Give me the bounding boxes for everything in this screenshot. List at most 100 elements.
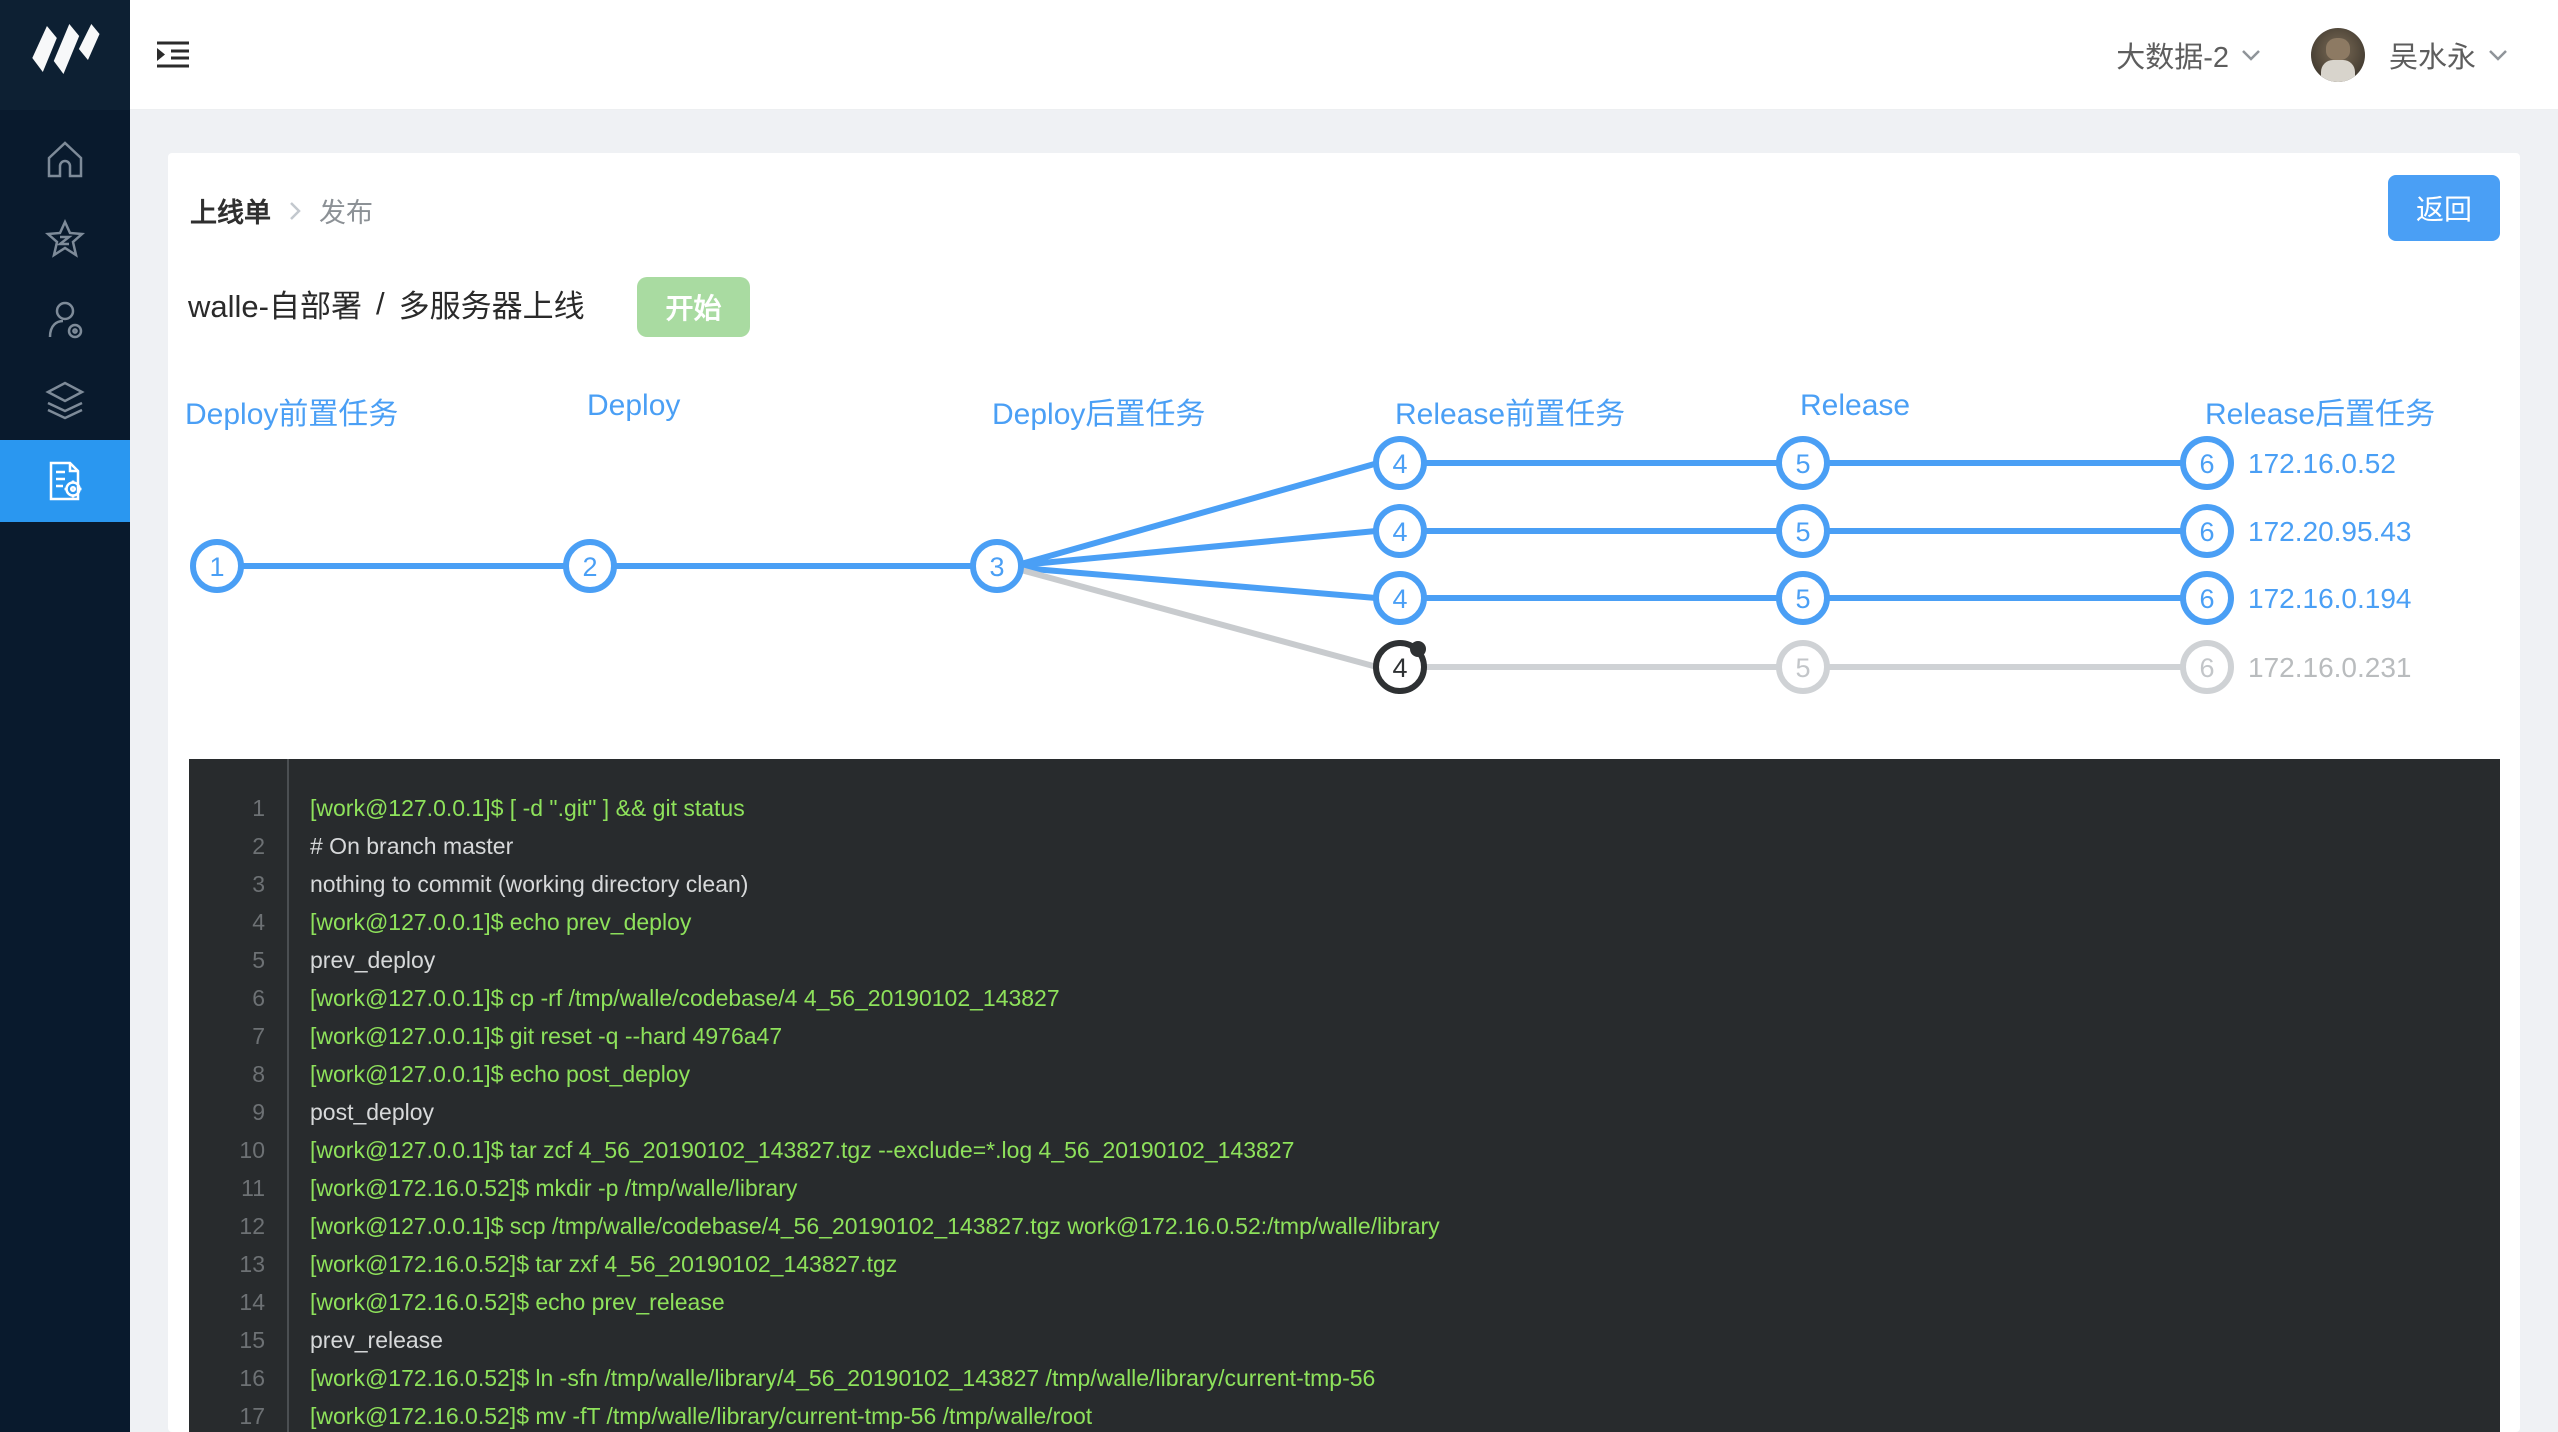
line-number: 3 xyxy=(252,870,265,897)
svg-text:5: 5 xyxy=(1795,653,1810,683)
line-text: post_deploy xyxy=(310,1098,435,1125)
line-number: 13 xyxy=(239,1250,265,1277)
line-number: 6 xyxy=(252,984,265,1011)
walle-logo[interactable] xyxy=(0,0,130,110)
console-line: 4 [work@127.0.0.1]$ echo prev_deploy xyxy=(189,903,2500,941)
page-title: walle-自部署 / 多服务器上线 xyxy=(188,281,585,326)
svg-text:3: 3 xyxy=(989,552,1004,582)
line-text: [work@127.0.0.1]$ [ -d ".git" ] && git s… xyxy=(310,794,745,821)
host-ip: 172.20.95.43 xyxy=(2248,516,2412,547)
svg-text:5: 5 xyxy=(1795,449,1810,479)
console-line: 1 [work@127.0.0.1]$ [ -d ".git" ] && git … xyxy=(189,789,2500,827)
chevron-right-icon xyxy=(290,201,301,220)
user-dropdown[interactable]: 吴水永 xyxy=(2379,34,2518,76)
chevron-down-icon xyxy=(2242,50,2260,61)
host-ip: 172.16.0.231 xyxy=(2248,652,2412,683)
console-line: 14 [work@172.16.0.52]$ echo prev_release xyxy=(189,1283,2500,1321)
host-ip: 172.16.0.52 xyxy=(2248,448,2396,479)
console-line: 7 [work@127.0.0.1]$ git reset -q --hard 4… xyxy=(189,1017,2500,1055)
line-number: 11 xyxy=(241,1174,265,1201)
line-text: [work@127.0.0.1]$ echo prev_deploy xyxy=(310,908,692,935)
line-number: 5 xyxy=(252,946,265,973)
line-text: [work@172.16.0.52]$ tar zxf 4_56_2019010… xyxy=(310,1250,898,1277)
console-line: 3 nothing to commit (working directory cl… xyxy=(189,865,2500,903)
line-text: prev_deploy xyxy=(310,946,436,973)
home-icon xyxy=(47,141,83,178)
top-navbar: 大数据-2 吴水永 xyxy=(0,0,2558,110)
svg-text:4: 4 xyxy=(1392,517,1407,547)
line-text: [work@172.16.0.52]$ mkdir -p /tmp/walle/… xyxy=(310,1174,798,1201)
svg-text:6: 6 xyxy=(2199,653,2214,683)
sidebar xyxy=(0,110,130,1432)
line-number: 7 xyxy=(252,1022,265,1049)
sidebar-item-user-settings[interactable] xyxy=(0,280,130,360)
console-line: 17 [work@172.16.0.52]$ mv -fT /tmp/walle/… xyxy=(189,1397,2500,1432)
sidebar-item-projects[interactable] xyxy=(0,360,130,440)
sidebar-item-deployments[interactable] xyxy=(0,440,130,522)
line-number: 4 xyxy=(252,908,265,935)
console-line: 11 [work@172.16.0.52]$ mkdir -p /tmp/wall… xyxy=(189,1169,2500,1207)
pipeline-node-1: 1 xyxy=(190,539,244,593)
line-text: [work@127.0.0.1]$ cp -rf /tmp/walle/code… xyxy=(310,984,1060,1011)
console-line: 9 post_deploy xyxy=(189,1093,2500,1131)
line-text: [work@127.0.0.1]$ git reset -q --hard 49… xyxy=(310,1022,783,1049)
line-number: 12 xyxy=(239,1212,265,1239)
line-number: 17 xyxy=(239,1402,265,1429)
line-number: 15 xyxy=(239,1326,265,1353)
running-indicator-dot xyxy=(1410,641,1426,657)
svg-text:4: 4 xyxy=(1392,584,1407,614)
workspace-dropdown[interactable]: 大数据-2 xyxy=(2106,34,2271,76)
menu-unfold-icon[interactable] xyxy=(152,33,194,77)
console-line: 13 [work@172.16.0.52]$ tar zxf 4_56_20190… xyxy=(189,1245,2500,1283)
deploy-doc-icon xyxy=(49,461,82,501)
svg-text:6: 6 xyxy=(2199,449,2214,479)
task-name: 多服务器上线 xyxy=(398,289,585,324)
pipeline-node-2: 2 xyxy=(563,539,617,593)
back-button[interactable]: 返回 xyxy=(2388,175,2500,241)
sidebar-item-home[interactable] xyxy=(0,120,130,200)
workspace-label: 大数据-2 xyxy=(2116,42,2229,74)
console-line: 8 [work@127.0.0.1]$ echo post_deploy xyxy=(189,1055,2500,1093)
star-icon xyxy=(44,218,86,258)
console-line: 15 prev_release xyxy=(189,1321,2500,1359)
sidebar-item-favorites[interactable] xyxy=(0,200,130,280)
console-line: 5 prev_deploy xyxy=(189,941,2500,979)
host-ip: 172.16.0.194 xyxy=(2248,583,2412,614)
walle-logo-icon xyxy=(32,24,100,74)
svg-text:6: 6 xyxy=(2199,517,2214,547)
svg-text:2: 2 xyxy=(582,552,597,582)
main-card: 上线单 发布 返回 walle-自部署 / 多服务器上线 开始 Deploy前置… xyxy=(168,153,2520,1432)
line-number: 8 xyxy=(252,1060,265,1087)
user-settings-icon xyxy=(48,301,83,339)
svg-text:6: 6 xyxy=(2199,584,2214,614)
line-number: 2 xyxy=(252,832,265,859)
console-line: 2 # On branch master xyxy=(189,827,2500,865)
chevron-down-icon xyxy=(2489,50,2507,61)
line-text: [work@172.16.0.52]$ echo prev_release xyxy=(310,1288,725,1315)
breadcrumb-current: 发布 xyxy=(319,198,373,228)
line-number: 14 xyxy=(239,1288,265,1315)
svg-text:4: 4 xyxy=(1392,449,1407,479)
svg-text:5: 5 xyxy=(1795,584,1810,614)
breadcrumb-root-link[interactable]: 上线单 xyxy=(190,191,271,230)
svg-text:5: 5 xyxy=(1795,517,1810,547)
console-line: 16 [work@172.16.0.52]$ ln -sfn /tmp/walle… xyxy=(189,1359,2500,1397)
line-number: 16 xyxy=(239,1364,265,1391)
avatar[interactable] xyxy=(2310,28,2365,82)
pipeline-node-3: 3 xyxy=(970,539,1024,593)
start-button[interactable]: 开始 xyxy=(637,277,750,337)
svg-text:1: 1 xyxy=(209,552,224,582)
line-text: # On branch master xyxy=(310,832,514,859)
console-line: 6 [work@127.0.0.1]$ cp -rf /tmp/walle/cod… xyxy=(189,979,2500,1017)
console-line: 10 [work@127.0.0.1]$ tar zcf 4_56_2019010… xyxy=(189,1131,2500,1169)
line-number: 9 xyxy=(252,1098,265,1125)
line-number: 10 xyxy=(239,1136,265,1163)
user-name: 吴水永 xyxy=(2388,42,2476,74)
svg-text:4: 4 xyxy=(1392,653,1407,683)
gutter-divider xyxy=(287,759,289,1432)
line-text: nothing to commit (working directory cle… xyxy=(310,870,749,897)
breadcrumb: 上线单 发布 xyxy=(190,191,373,230)
line-text: [work@172.16.0.52]$ ln -sfn /tmp/walle/l… xyxy=(310,1364,1376,1391)
layers-icon xyxy=(45,381,85,420)
deploy-console-log[interactable]: 1 [work@127.0.0.1]$ [ -d ".git" ] && git … xyxy=(189,759,2500,1432)
